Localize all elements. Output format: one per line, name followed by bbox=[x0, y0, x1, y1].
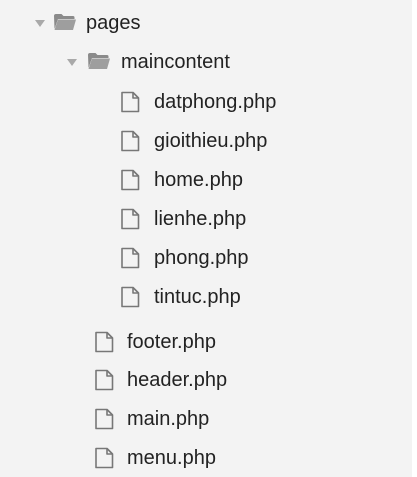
folder-open-icon bbox=[88, 53, 110, 69]
tree-file-row[interactable]: lienhe.php bbox=[0, 202, 412, 238]
file-icon bbox=[95, 331, 114, 353]
tree-file-row[interactable]: main.php bbox=[0, 402, 412, 438]
tree-file-label: gioithieu.php bbox=[154, 130, 268, 152]
tree-folder-label: maincontent bbox=[121, 51, 230, 73]
folder-open-icon bbox=[54, 14, 76, 30]
file-icon bbox=[121, 247, 140, 269]
tree-file-label: main.php bbox=[127, 408, 210, 430]
tree-file-row[interactable]: header.php bbox=[0, 363, 412, 399]
tree-file-row[interactable]: datphong.php bbox=[0, 85, 412, 121]
tree-file-row[interactable]: phong.php bbox=[0, 241, 412, 277]
tree-folder-pages[interactable]: pages bbox=[0, 6, 412, 42]
tree-file-label: footer.php bbox=[127, 331, 216, 353]
tree-folder-label: pages bbox=[86, 12, 141, 34]
tree-folder-maincontent[interactable]: maincontent bbox=[0, 45, 412, 81]
tree-file-label: home.php bbox=[154, 169, 243, 191]
tree-file-row[interactable]: menu.php bbox=[0, 441, 412, 477]
tree-file-label: phong.php bbox=[154, 247, 249, 269]
tree-file-row[interactable]: tintuc.php bbox=[0, 280, 412, 316]
tree-file-label: header.php bbox=[127, 369, 228, 391]
file-tree-panel: pages maincontent datphong.php gioithieu… bbox=[0, 0, 412, 477]
tree-file-row[interactable]: gioithieu.php bbox=[0, 124, 412, 160]
chevron-down-icon[interactable] bbox=[67, 59, 77, 66]
file-icon bbox=[121, 91, 140, 113]
tree-file-row[interactable]: footer.php bbox=[0, 325, 412, 361]
tree-file-label: datphong.php bbox=[154, 91, 277, 113]
file-icon bbox=[121, 208, 140, 230]
file-icon bbox=[121, 286, 140, 308]
tree-file-row[interactable]: home.php bbox=[0, 163, 412, 199]
file-icon bbox=[95, 369, 114, 391]
file-icon bbox=[121, 169, 140, 191]
tree-file-label: lienhe.php bbox=[154, 208, 247, 230]
tree-file-label: tintuc.php bbox=[154, 286, 241, 308]
tree-file-label: menu.php bbox=[127, 447, 216, 469]
file-icon bbox=[95, 447, 114, 469]
file-icon bbox=[95, 408, 114, 430]
chevron-down-icon[interactable] bbox=[35, 20, 45, 27]
file-icon bbox=[121, 130, 140, 152]
